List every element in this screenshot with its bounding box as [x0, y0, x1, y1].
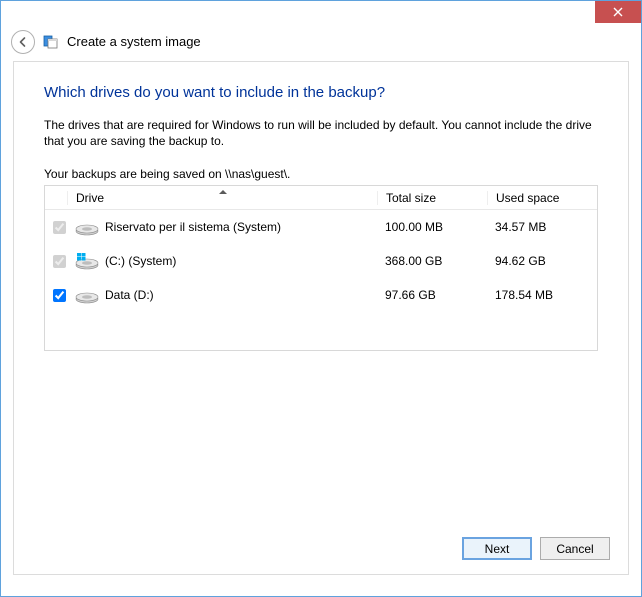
- drive-icon: [75, 286, 99, 304]
- drive-name: Riservato per il sistema (System): [105, 220, 281, 234]
- table-row[interactable]: Riservato per il sistema (System) 100.00…: [45, 210, 597, 244]
- drive-total: 368.00 GB: [377, 254, 487, 268]
- table-row[interactable]: (C:) (System) 368.00 GB 94.62 GB: [45, 244, 597, 278]
- drives-table: Drive Total size Used space Riservato pe…: [44, 185, 598, 351]
- table-header: Drive Total size Used space: [45, 186, 597, 210]
- wizard-title: Create a system image: [67, 34, 201, 49]
- wizard-header: Create a system image: [1, 23, 641, 61]
- drive-checkbox[interactable]: [53, 255, 66, 268]
- drive-windows-icon: [75, 252, 99, 270]
- drive-used: 178.54 MB: [487, 288, 597, 302]
- drive-checkbox[interactable]: [53, 221, 66, 234]
- page-heading: Which drives do you want to include in t…: [44, 84, 598, 101]
- close-icon: [613, 7, 623, 17]
- drive-name: Data (D:): [105, 288, 154, 302]
- next-button[interactable]: Next: [462, 537, 532, 560]
- drive-total: 97.66 GB: [377, 288, 487, 302]
- close-button[interactable]: [595, 1, 641, 23]
- sort-ascending-icon: [219, 190, 227, 194]
- column-label: Drive: [76, 191, 104, 205]
- back-arrow-icon: [17, 36, 29, 48]
- column-header-drive[interactable]: Drive: [67, 191, 377, 205]
- system-image-icon: [43, 34, 59, 50]
- column-header-total[interactable]: Total size: [377, 191, 487, 205]
- drive-used: 34.57 MB: [487, 220, 597, 234]
- save-location-line: Your backups are being saved on \\nas\gu…: [44, 167, 598, 181]
- column-header-used[interactable]: Used space: [487, 191, 597, 205]
- titlebar: [1, 1, 641, 23]
- drive-icon: [75, 218, 99, 236]
- table-row[interactable]: Data (D:) 97.66 GB 178.54 MB: [45, 278, 597, 312]
- drive-name: (C:) (System): [105, 254, 176, 268]
- drive-total: 100.00 MB: [377, 220, 487, 234]
- cancel-button[interactable]: Cancel: [540, 537, 610, 560]
- drive-checkbox[interactable]: [53, 289, 66, 302]
- back-button[interactable]: [11, 30, 35, 54]
- page-explain: The drives that are required for Windows…: [44, 117, 598, 149]
- wizard-content: Which drives do you want to include in t…: [13, 61, 629, 575]
- wizard-footer: Next Cancel: [462, 537, 610, 560]
- drive-used: 94.62 GB: [487, 254, 597, 268]
